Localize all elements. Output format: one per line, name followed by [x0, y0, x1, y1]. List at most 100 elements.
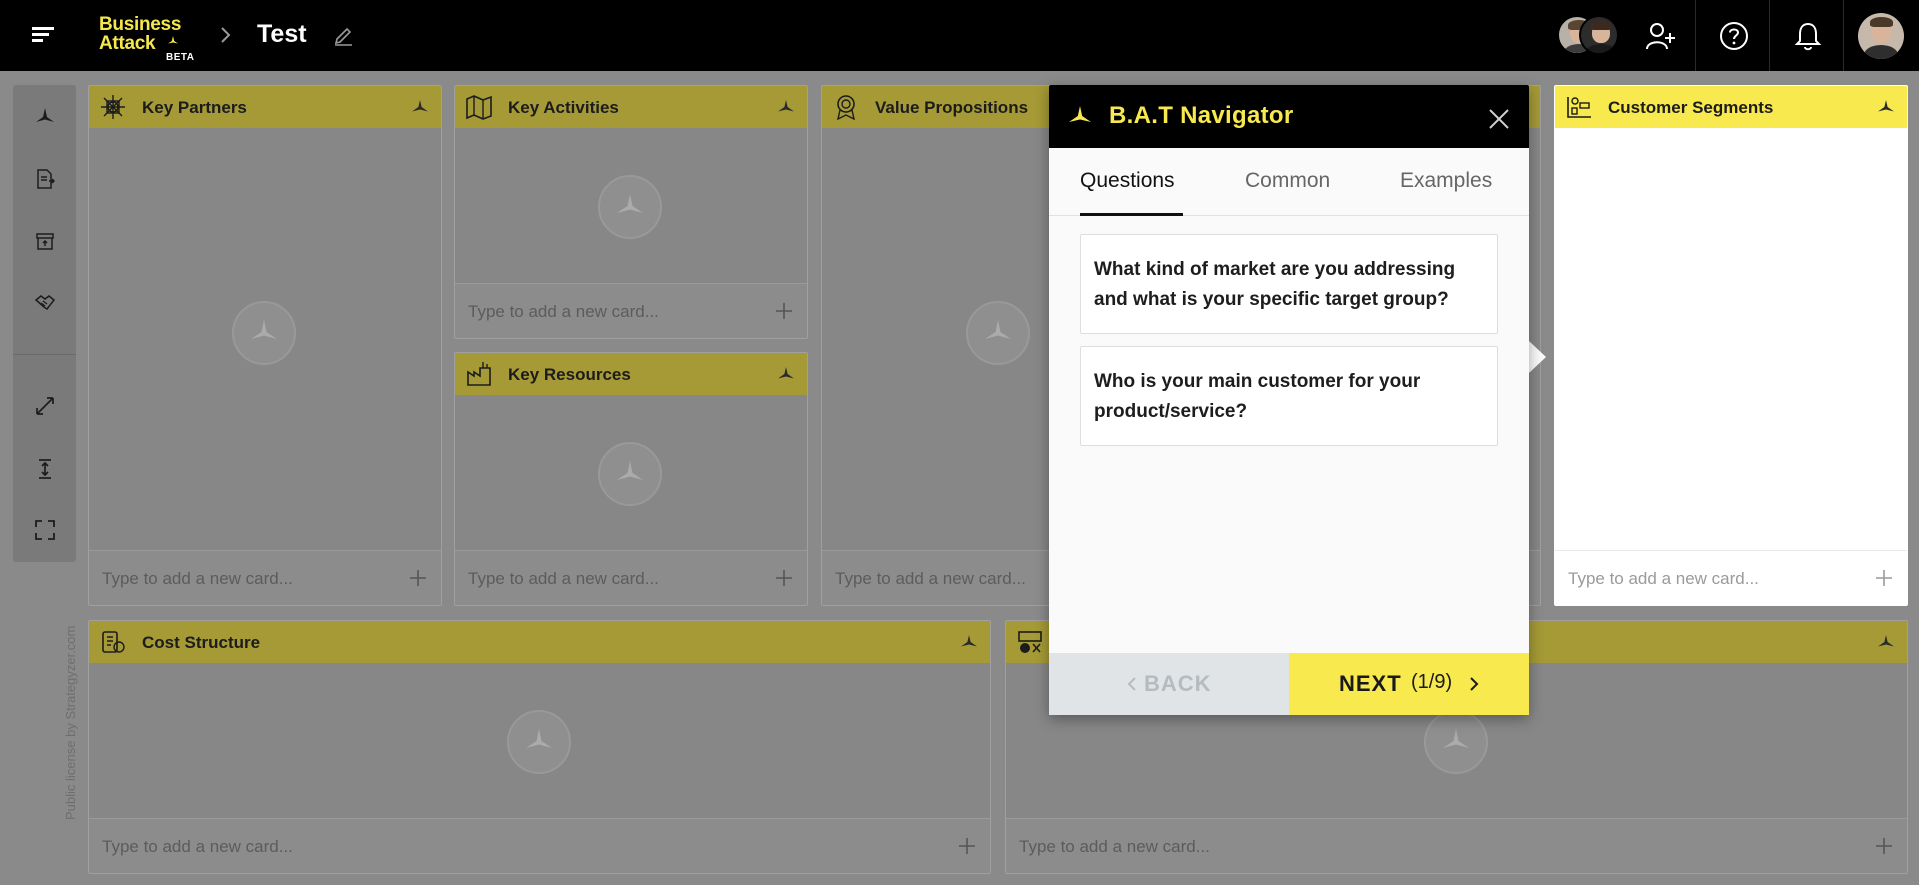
navigator-dialog: B.A.T Navigator Questions Common Example… — [1049, 85, 1529, 715]
dialog-tabs: Questions Common Examples — [1049, 148, 1529, 216]
add-card-input[interactable] — [468, 298, 760, 326]
block-header: Key Partners — [89, 86, 441, 128]
empty-plane-icon — [1424, 710, 1488, 774]
plus-icon[interactable] — [775, 302, 793, 320]
add-card-row — [89, 550, 441, 605]
plane-icon[interactable] — [777, 366, 795, 382]
chevron-right-icon — [221, 27, 231, 43]
plus-icon[interactable] — [775, 569, 793, 587]
integrations-button[interactable] — [29, 287, 61, 319]
next-label: NEXT — [1339, 671, 1402, 696]
plane-icon[interactable] — [777, 99, 795, 115]
handshake-icon — [34, 295, 56, 311]
close-icon[interactable] — [1487, 107, 1511, 131]
plus-icon[interactable] — [1875, 837, 1893, 855]
collaborator-avatars[interactable] — [1557, 13, 1623, 57]
chevron-right-icon — [1470, 677, 1479, 691]
logo-plane-icon — [168, 36, 178, 44]
add-card-row — [455, 283, 807, 338]
block-title: Key Partners — [142, 98, 247, 117]
next-button[interactable]: NEXT (1/9) — [1289, 653, 1529, 715]
add-user-icon — [1646, 23, 1675, 50]
add-card-row — [1006, 818, 1907, 873]
block-header: Cost Structure — [89, 621, 990, 663]
help-button[interactable] — [1696, 0, 1770, 71]
archive-button[interactable] — [29, 225, 61, 257]
export-button[interactable] — [29, 163, 61, 195]
add-card-row — [89, 818, 990, 873]
divider — [1843, 0, 1844, 71]
expand-button[interactable] — [29, 390, 61, 422]
block-cost-structure: Cost Structure — [88, 620, 991, 874]
question-card[interactable]: What kind of market are you addressing a… — [1080, 234, 1498, 334]
tab-common[interactable]: Common — [1245, 169, 1330, 193]
map-icon — [466, 95, 492, 120]
vertical-resize-icon — [39, 459, 51, 479]
block-key-activities: Key Activities — [454, 85, 808, 339]
add-card-row — [455, 550, 807, 605]
plus-icon[interactable] — [409, 569, 427, 587]
fullscreen-button[interactable] — [29, 514, 61, 546]
plane-icon[interactable] — [411, 99, 429, 115]
add-user-button[interactable] — [1622, 0, 1696, 71]
plane-icon[interactable] — [1877, 99, 1895, 115]
block-body[interactable] — [455, 128, 807, 283]
help-icon — [1720, 22, 1748, 50]
plane-icon[interactable] — [960, 634, 978, 650]
fullscreen-icon — [35, 520, 55, 540]
plus-icon[interactable] — [958, 837, 976, 855]
beta-badge: BETA — [166, 52, 195, 63]
logo-line-2: Attack — [99, 33, 156, 54]
tool-rail — [13, 85, 76, 562]
top-bar: Business Attack BETA Test — [0, 0, 1919, 71]
block-body[interactable] — [455, 395, 807, 550]
logo-line-1: Business — [99, 14, 182, 35]
empty-plane-icon — [598, 175, 662, 239]
pencil-icon[interactable] — [333, 24, 353, 46]
add-card-input[interactable] — [102, 833, 943, 861]
block-key-partners: Key Partners — [88, 85, 442, 606]
back-button[interactable]: BACK — [1049, 653, 1289, 715]
archive-icon — [36, 233, 54, 250]
question-card[interactable]: Who is your main customer for your produ… — [1080, 346, 1498, 446]
tab-questions[interactable]: Questions — [1080, 169, 1175, 193]
plus-icon[interactable] — [1875, 569, 1893, 587]
empty-plane-icon — [598, 442, 662, 506]
block-title: Key Resources — [508, 365, 631, 384]
block-title: Cost Structure — [142, 633, 261, 652]
step-counter: (1/9) — [1411, 671, 1453, 693]
revenue-icon — [1018, 631, 1042, 653]
empty-plane-icon — [966, 301, 1030, 365]
bell-icon — [1794, 22, 1822, 51]
block-title: Value Propositions — [875, 98, 1029, 117]
add-card-input[interactable] — [1568, 565, 1860, 593]
navigator-button[interactable] — [29, 101, 61, 133]
app-logo[interactable]: Business Attack BETA — [98, 15, 198, 63]
chevron-left-icon — [1127, 677, 1136, 691]
block-body[interactable] — [1555, 128, 1907, 550]
dialog-header: B.A.T Navigator — [1049, 85, 1529, 148]
plane-icon[interactable] — [1877, 634, 1895, 650]
add-card-input[interactable] — [102, 565, 394, 593]
block-key-resources: Key Resources — [454, 352, 808, 606]
plane-icon — [36, 108, 54, 122]
empty-plane-icon — [507, 710, 571, 774]
notifications-button[interactable] — [1770, 0, 1844, 71]
board-title: Test — [257, 20, 307, 48]
block-header: Customer Segments — [1555, 86, 1907, 128]
add-card-input[interactable] — [468, 565, 760, 593]
award-icon — [836, 95, 856, 121]
active-tab-indicator — [1080, 213, 1183, 216]
cost-icon — [102, 631, 125, 653]
block-title: Customer Segments — [1608, 98, 1774, 117]
block-body[interactable] — [89, 128, 441, 550]
tab-examples[interactable]: Examples — [1400, 169, 1492, 193]
add-card-row — [1555, 550, 1907, 605]
menu-icon[interactable] — [30, 22, 58, 48]
fit-height-button[interactable] — [29, 453, 61, 485]
block-body[interactable] — [89, 663, 990, 818]
block-customer-segments: Customer Segments — [1554, 85, 1908, 606]
block-header: Key Activities — [455, 86, 807, 128]
add-card-input[interactable] — [1019, 833, 1860, 861]
user-avatar[interactable] — [1858, 13, 1904, 59]
